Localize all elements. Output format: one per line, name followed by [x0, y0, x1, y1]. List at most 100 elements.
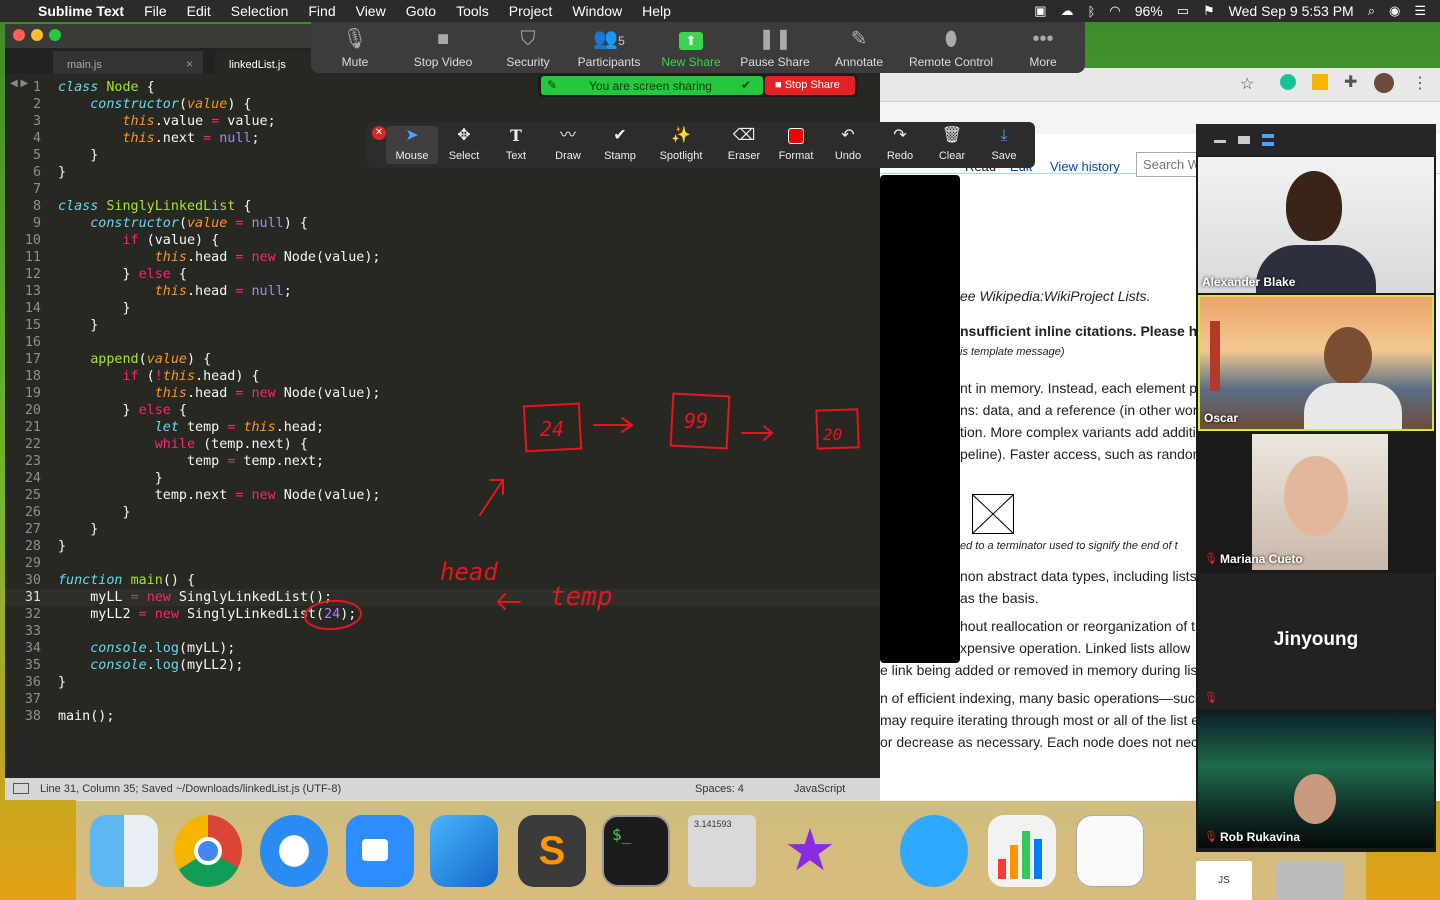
- wiki-line: or decrease as necessary. Each node does…: [880, 734, 1206, 750]
- code-editor[interactable]: 1 class Node { 2 constructor(value) { 3 t…: [5, 79, 880, 725]
- annotate-mouse-button[interactable]: ➤ Mouse: [386, 126, 438, 164]
- finder-icon[interactable]: [90, 815, 158, 887]
- menu-tools[interactable]: Tools: [446, 3, 499, 19]
- minimize-gallery-icon[interactable]: [1214, 140, 1226, 143]
- wiki-line: hout reallocation or reorganization of t…: [960, 618, 1203, 634]
- sublime-text-icon[interactable]: S: [518, 815, 586, 887]
- puzzle-extensions-icon[interactable]: ✚: [1344, 72, 1357, 92]
- tab-main-js[interactable]: main.js ×: [53, 51, 203, 74]
- numbers-chart-icon[interactable]: [988, 815, 1056, 887]
- xcode-icon[interactable]: [430, 815, 498, 887]
- maximize-window-icon[interactable]: [49, 29, 61, 41]
- terminal-icon[interactable]: $_: [602, 815, 670, 887]
- messages-icon[interactable]: [900, 815, 968, 887]
- zoom-icon[interactable]: [346, 815, 414, 887]
- menu-help[interactable]: Help: [632, 3, 681, 19]
- trash-icon[interactable]: [1276, 861, 1344, 900]
- wiki-hatnote[interactable]: ee Wikipedia:WikiProject Lists.: [960, 288, 1150, 304]
- textedit-icon[interactable]: [1076, 815, 1144, 887]
- menu-file[interactable]: File: [134, 3, 177, 19]
- calculator-display: 3.141593: [694, 819, 732, 829]
- wiki-citation-notice: nsufficient inline citations. Please h: [960, 323, 1198, 339]
- annotate-eraser-button[interactable]: ⌫ Eraser: [718, 126, 770, 162]
- remote-control-button[interactable]: ⬮ Remote Control: [901, 27, 1001, 69]
- annotate-select-button[interactable]: ✥ Select: [438, 126, 490, 162]
- wiki-template-note[interactable]: is template message): [960, 346, 1065, 358]
- user-icon[interactable]: ◉: [1389, 3, 1400, 19]
- stop-video-button[interactable]: ■ Stop Video: [401, 27, 485, 69]
- imovie-star-icon[interactable]: ★: [776, 815, 844, 887]
- control-center-icon[interactable]: ☰: [1414, 3, 1426, 19]
- safari-icon[interactable]: [260, 815, 328, 887]
- participant-name: Mariana Cueto: [1220, 552, 1303, 566]
- screen-share-icon[interactable]: ▣: [1034, 3, 1046, 19]
- spotlight-search-icon[interactable]: ⌕: [1368, 3, 1375, 19]
- video-tile[interactable]: 🎙 Rob Rukavina: [1198, 712, 1434, 848]
- flag-icon[interactable]: ⚑: [1203, 3, 1215, 19]
- muted-mic-icon: 🎙: [1204, 692, 1218, 704]
- video-tile-active-speaker[interactable]: Oscar: [1198, 295, 1434, 431]
- annotate-text-button[interactable]: T Text: [490, 126, 542, 162]
- menu-edit[interactable]: Edit: [177, 3, 221, 19]
- annotate-undo-button[interactable]: ↶ Undo: [822, 126, 874, 162]
- menu-view[interactable]: View: [346, 3, 396, 19]
- close-tab-icon[interactable]: ×: [186, 57, 193, 71]
- annotate-spotlight-button[interactable]: ✨ Spotlight: [649, 126, 713, 162]
- sharing-indicator[interactable]: You are screen sharing ✔ ✎: [541, 76, 763, 95]
- participant-video: [1252, 434, 1388, 570]
- annotate-format-button[interactable]: Format: [770, 126, 822, 162]
- bookmark-star-icon[interactable]: ☆: [1240, 74, 1254, 94]
- redo-icon: ↷: [893, 127, 907, 144]
- grammarly-extension-icon[interactable]: [1280, 74, 1296, 90]
- menu-app-name[interactable]: Sublime Text: [28, 3, 134, 19]
- extension-icon[interactable]: [1312, 74, 1328, 90]
- menu-goto[interactable]: Goto: [396, 3, 446, 19]
- wiki-caption: ed to a terminator used to signify the e…: [960, 540, 1178, 552]
- menu-selection[interactable]: Selection: [221, 3, 299, 19]
- annotate-stamp-button[interactable]: ✔ Stamp: [594, 126, 646, 162]
- menu-window[interactable]: Window: [562, 3, 632, 19]
- bluetooth-icon[interactable]: ᛒ: [1088, 4, 1096, 19]
- video-tile[interactable]: Alexander Blake: [1198, 157, 1434, 293]
- chrome-center: [194, 837, 222, 865]
- status-spaces[interactable]: Spaces: 4: [695, 783, 744, 795]
- single-view-icon[interactable]: [1238, 136, 1250, 144]
- panel-toggle-icon[interactable]: [13, 783, 29, 794]
- wifi-icon[interactable]: ◠: [1109, 3, 1120, 19]
- chrome-icon[interactable]: [174, 815, 242, 887]
- battery-icon[interactable]: ▭: [1177, 3, 1189, 19]
- menu-project[interactable]: Project: [499, 3, 563, 19]
- status-syntax[interactable]: JavaScript: [794, 783, 845, 795]
- cloud-icon[interactable]: ☁: [1061, 3, 1074, 19]
- annotate-save-button[interactable]: ⤓ Save: [978, 126, 1030, 162]
- pause-share-button[interactable]: ❚❚ Pause Share: [733, 27, 817, 69]
- battery-percent[interactable]: 96%: [1135, 3, 1163, 19]
- drag-handle-icon[interactable]: ✎: [547, 78, 557, 92]
- move-arrows-icon: ✥: [457, 127, 471, 144]
- stop-share-button[interactable]: ■ Stop Share: [765, 76, 855, 95]
- menu-find[interactable]: Find: [298, 3, 345, 19]
- muted-mic-icon: 🎙: [1204, 831, 1218, 843]
- security-button[interactable]: ⛉ Security: [486, 27, 570, 69]
- more-button[interactable]: ••• More: [1001, 27, 1085, 69]
- menu-clock[interactable]: Wed Sep 9 5:53 PM: [1229, 3, 1354, 19]
- js-file-icon[interactable]: JS: [1196, 861, 1252, 900]
- minimize-window-icon[interactable]: [31, 29, 43, 41]
- participants-button[interactable]: 👥5 Participants: [567, 27, 651, 69]
- video-tile-no-video[interactable]: Jinyoung 🎙: [1198, 573, 1434, 709]
- video-tile[interactable]: 🎙 Mariana Cueto: [1198, 434, 1434, 570]
- strip-view-icon[interactable]: [1262, 134, 1274, 146]
- participant-name: Jinyoung: [1273, 629, 1359, 650]
- profile-avatar[interactable]: [1374, 73, 1394, 93]
- close-annotation-icon[interactable]: ✕: [372, 126, 386, 140]
- annotate-button[interactable]: ✎ Annotate: [817, 27, 901, 69]
- annotate-draw-button[interactable]: 〰 Draw: [542, 126, 594, 162]
- calculator-icon[interactable]: 3.141593: [688, 815, 756, 887]
- annotate-clear-button[interactable]: 🗑 Clear: [926, 126, 978, 162]
- new-share-button[interactable]: ⬆ New Share: [649, 27, 733, 69]
- tab-view-history[interactable]: View history: [1050, 159, 1120, 174]
- annotate-redo-button[interactable]: ↷ Redo: [874, 126, 926, 162]
- browser-menu-icon[interactable]: ⋮: [1412, 73, 1428, 93]
- close-window-icon[interactable]: [13, 29, 25, 41]
- mute-button[interactable]: 🎙 Mute: [313, 27, 397, 69]
